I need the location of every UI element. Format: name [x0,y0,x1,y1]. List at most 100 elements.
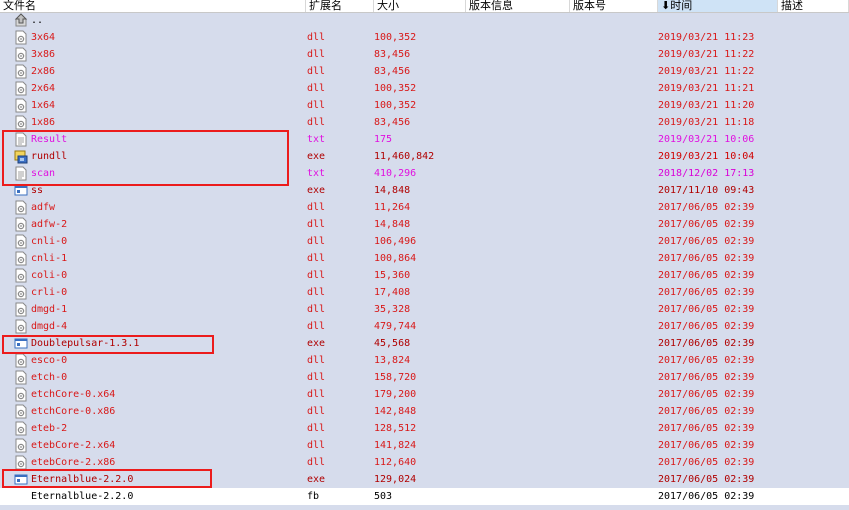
header-extension[interactable]: 扩展名 [306,0,374,12]
file-row[interactable]: etchCore-0.x86 dll 142,848 2017/06/05 02:39 [0,403,849,420]
file-extension: dll [307,304,326,315]
file-extension: dll [307,202,326,213]
header-name[interactable]: 文件名 [0,0,306,12]
file-size: 83,456 [374,117,411,128]
file-date: 2017/06/05 02:39 [658,236,755,247]
file-name: esco-0 [31,355,68,366]
blank-file-icon [14,489,28,504]
file-row[interactable]: etch-0 dll 158,720 2017/06/05 02:39 [0,369,849,386]
highlight-box-result-rundll-scan [2,130,289,186]
file-row[interactable]: cnli-0 dll 106,496 2017/06/05 02:39 [0,233,849,250]
file-extension: dll [307,406,326,417]
file-size: 129,024 [374,474,417,485]
file-row[interactable]: crli-0 dll 17,408 2017/06/05 02:39 [0,284,849,301]
file-extension: dll [307,423,326,434]
file-row[interactable]: 1x64 dll 100,352 2019/03/21 11:20 [0,97,849,114]
file-row[interactable]: dmgd-4 dll 479,744 2017/06/05 02:39 [0,318,849,335]
file-date: 2017/06/05 02:39 [658,253,755,264]
file-date: 2019/03/21 10:06 [658,134,755,145]
file-extension: dll [307,253,326,264]
file-row[interactable]: esco-0 dll 13,824 2017/06/05 02:39 [0,352,849,369]
file-size: 83,456 [374,66,411,77]
file-date: 2017/06/05 02:39 [658,423,755,434]
dll-file-icon [14,302,28,317]
file-date: 2019/03/21 10:04 [658,151,755,162]
file-date: 2019/03/21 11:22 [658,49,755,60]
file-date: 2017/06/05 02:39 [658,219,755,230]
header-version-info[interactable]: 版本信息 [466,0,570,12]
file-size: 503 [374,491,393,502]
file-extension: dll [307,32,326,43]
header-version[interactable]: 版本号 [570,0,658,12]
file-size: 410,296 [374,168,417,179]
file-row[interactable]: Eternalblue-2.2.0 fb 503 2017/06/05 02:39 [0,488,849,505]
file-name: crli-0 [31,287,68,298]
header-time[interactable]: ⬇时间 [658,0,778,12]
file-row[interactable]: dmgd-1 dll 35,328 2017/06/05 02:39 [0,301,849,318]
file-name: 2x86 [31,66,56,77]
file-extension: dll [307,287,326,298]
file-extension: txt [307,168,326,179]
file-row[interactable]: 1x86 dll 83,456 2019/03/21 11:18 [0,114,849,131]
file-name: Eternalblue-2.2.0 [31,491,134,502]
file-date: 2017/06/05 02:39 [658,304,755,315]
file-name: 3x86 [31,49,56,60]
file-size: 35,328 [374,304,411,315]
file-size: 13,824 [374,355,411,366]
file-extension: dll [307,100,326,111]
file-row[interactable]: 3x64 dll 100,352 2019/03/21 11:23 [0,29,849,46]
file-row[interactable]: eteb-2 dll 128,512 2017/06/05 02:39 [0,420,849,437]
file-extension: dll [307,66,326,77]
file-extension: dll [307,457,326,468]
file-row[interactable]: etchCore-0.x64 dll 179,200 2017/06/05 02:39 [0,386,849,403]
file-size: 14,848 [374,219,411,230]
file-row[interactable]: 3x86 dll 83,456 2019/03/21 11:22 [0,46,849,63]
file-extension: fb [307,491,320,502]
file-date: 2017/06/05 02:39 [658,270,755,281]
file-row[interactable]: etebCore-2.x64 dll 141,824 2017/06/05 02:39 [0,437,849,454]
file-date: 2018/12/02 17:13 [658,168,755,179]
dll-file-icon [14,438,28,453]
file-size: 45,568 [374,338,411,349]
file-date: 2017/06/05 02:39 [658,338,755,349]
file-date: 2019/03/21 11:21 [658,83,755,94]
file-extension: dll [307,321,326,332]
file-size: 14,848 [374,185,411,196]
file-name: coli-0 [31,270,68,281]
dll-file-icon [14,455,28,470]
file-size: 112,640 [374,457,417,468]
file-row[interactable]: 2x64 dll 100,352 2019/03/21 11:21 [0,80,849,97]
file-name: cnli-1 [31,253,68,264]
header-size[interactable]: 大小 [374,0,466,12]
file-extension: dll [307,219,326,230]
file-row[interactable]: adfw-2 dll 14,848 2017/06/05 02:39 [0,216,849,233]
dll-file-icon [14,115,28,130]
file-name: etchCore-0.x64 [31,389,116,400]
file-size: 17,408 [374,287,411,298]
file-extension: dll [307,440,326,451]
file-extension: dll [307,49,326,60]
file-size: 83,456 [374,49,411,60]
header-description[interactable]: 描述 [778,0,849,12]
file-name: 1x86 [31,117,56,128]
dll-file-icon [14,30,28,45]
file-row[interactable]: cnli-1 dll 100,864 2017/06/05 02:39 [0,250,849,267]
dll-file-icon [14,319,28,334]
dll-file-icon [14,81,28,96]
file-extension: dll [307,355,326,366]
file-name: 3x64 [31,32,56,43]
file-name: cnli-0 [31,236,68,247]
file-name: 1x64 [31,100,56,111]
file-row[interactable]: coli-0 dll 15,360 2017/06/05 02:39 [0,267,849,284]
file-name: dmgd-4 [31,321,68,332]
file-row[interactable]: .. [0,12,849,29]
file-name: etchCore-0.x86 [31,406,116,417]
file-size: 15,360 [374,270,411,281]
file-name: .. [31,15,44,26]
dll-file-icon [14,98,28,113]
file-row[interactable]: adfw dll 11,264 2017/06/05 02:39 [0,199,849,216]
file-row[interactable]: 2x86 dll 83,456 2019/03/21 11:22 [0,63,849,80]
dll-file-icon [14,251,28,266]
file-extension: exe [307,151,326,162]
file-date: 2017/06/05 02:39 [658,406,755,417]
